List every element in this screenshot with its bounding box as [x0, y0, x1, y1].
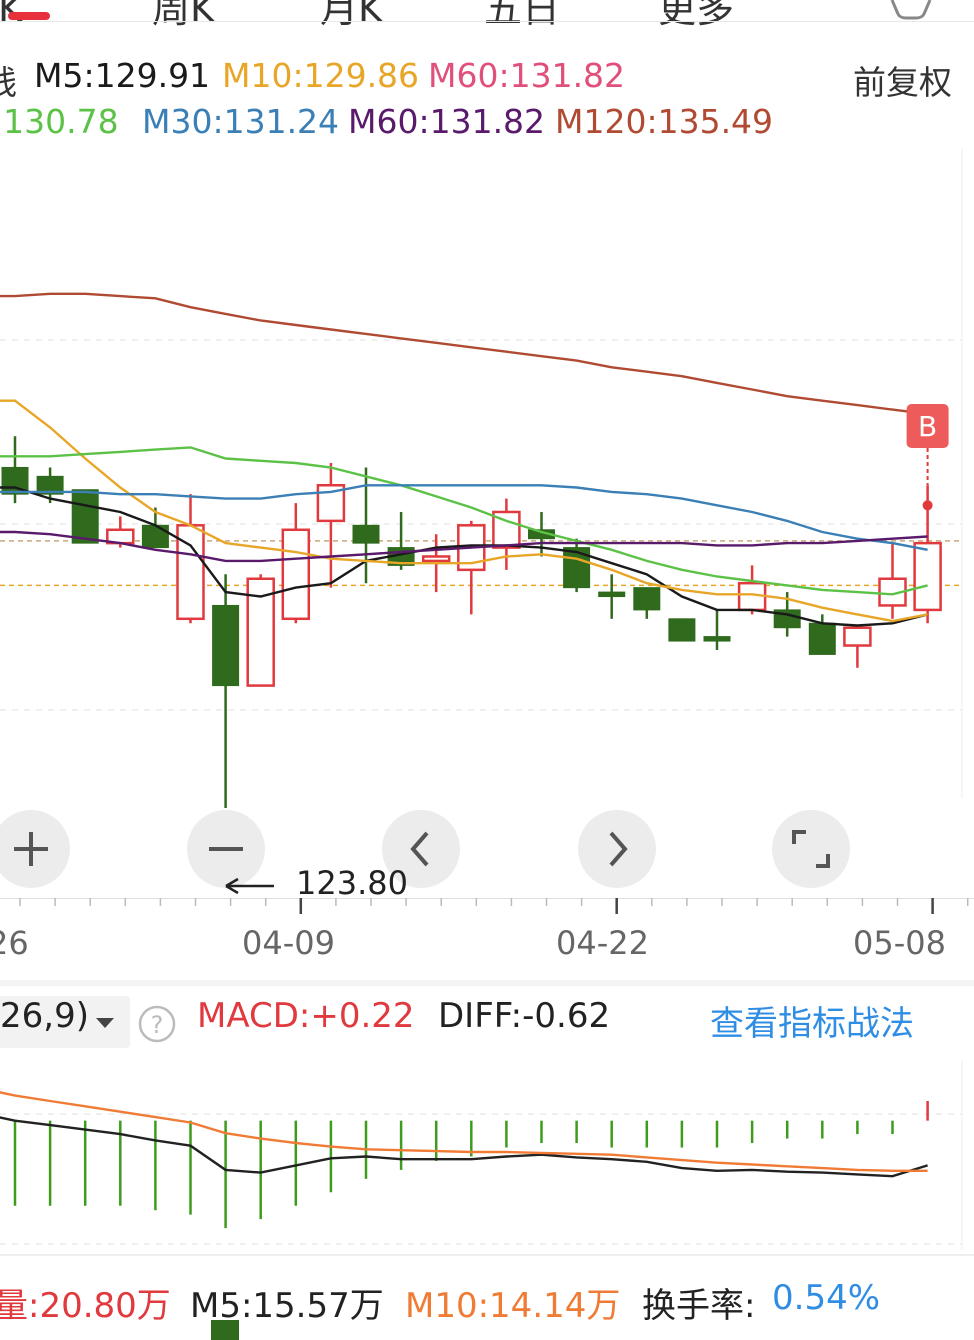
candle-body-down [352, 524, 380, 544]
macd-histogram [13, 1100, 929, 1229]
fullscreen-button[interactable] [772, 810, 850, 888]
price-adjust-selector[interactable]: 前复权 [853, 56, 952, 104]
ma-legend-prefix: 线 [0, 63, 17, 102]
next-button[interactable] [578, 810, 656, 888]
ma-legend-m5: M5:129.91 [34, 56, 211, 95]
minus-icon [209, 847, 243, 851]
fullscreen-icon [792, 830, 830, 868]
candle-body-down [563, 547, 591, 589]
candle-body-up [913, 541, 942, 612]
candle-body-down [668, 618, 696, 642]
indicator-params[interactable]: 26,9) [0, 996, 89, 1036]
tab-week-k[interactable]: 周K [152, 0, 215, 33]
time-axis-ticks [19, 898, 969, 914]
kline-chart[interactable]: B [0, 148, 974, 908]
x-tick-label: 04-09 [242, 924, 335, 962]
candle-body-down [212, 604, 240, 687]
ma-legend-row-2: :130.78 M30:131.24 M60:131.82 M120:135.4… [0, 102, 974, 146]
ma-legend-m60: M60:131.82 [348, 102, 546, 141]
tab-month-k[interactable]: 月K [320, 0, 383, 33]
ma-legend-m30: M30:131.24 [142, 102, 340, 141]
candle-body-up [281, 528, 311, 621]
plus-icon [14, 832, 48, 866]
candle-body-down [141, 524, 169, 549]
svg-text:?: ? [151, 1011, 164, 1039]
candle-body-down [633, 587, 661, 611]
ma-line-m120 [0, 292, 928, 416]
ma-legend-m10: M10:129.86 [222, 56, 420, 95]
indicator-strategy-link[interactable]: 查看指标战法 [710, 996, 914, 1045]
candles [1, 436, 942, 808]
tabs-divider [0, 21, 974, 22]
min-price-arrow-icon [225, 877, 274, 895]
kline-grid [0, 148, 963, 798]
candle-body-down [598, 591, 626, 598]
volume-bar [211, 1320, 239, 1340]
x-tick-label: 05-08 [853, 924, 946, 962]
x-tick-label: 26 [0, 924, 29, 962]
candle-body-down [71, 489, 99, 544]
candle-body-up [843, 626, 872, 647]
ma-line-m10 [0, 399, 928, 623]
x-tick-label: 04-22 [556, 924, 649, 962]
macd-grid [0, 1060, 963, 1250]
candle-body-down [808, 622, 836, 655]
volume-value: 量:20.80万 [0, 1286, 171, 1326]
chevron-left-icon [410, 831, 429, 867]
dropdown-triangle-icon[interactable] [94, 1016, 116, 1030]
diff-value: DIFF:-0.62 [438, 996, 611, 1036]
moving-average-lines [0, 292, 928, 627]
period-tab-bar: 日K 周K 月K 五日 更多 [0, 0, 974, 42]
ma-legend-m120: M120:135.49 [555, 102, 774, 141]
buy-marker-label: B [918, 410, 937, 443]
tab-five-day[interactable]: 五日 [484, 0, 560, 33]
macd-value: MACD:+0.22 [197, 996, 415, 1036]
candle-body-up [421, 555, 451, 563]
buy-marker-dot [922, 500, 933, 511]
settings-icon[interactable] [888, 0, 934, 22]
macd-chart[interactable] [0, 1060, 974, 1250]
turnover-value: 0.54% [772, 1278, 881, 1318]
help-icon[interactable]: ? [137, 1004, 177, 1044]
ma-legend-m60-top: M60:131.82 [428, 56, 626, 95]
panel-divider [0, 980, 974, 986]
volume-divider [0, 1254, 974, 1256]
active-tab-indicator [8, 12, 50, 20]
candle-body-down [703, 636, 731, 642]
min-price-label: 123.80 [296, 864, 408, 902]
ma-legend-row-1: 线 M5:129.91 M10:129.86 M60:131.82 [0, 56, 820, 102]
tab-more[interactable]: 更多 [658, 0, 734, 33]
turnover-label: 换手率: [642, 1286, 756, 1326]
chevron-right-icon [609, 831, 628, 867]
ma-legend-m20: :130.78 [0, 102, 119, 141]
volume-m10: M10:14.14万 [405, 1286, 621, 1326]
macd-lines [0, 1091, 928, 1178]
